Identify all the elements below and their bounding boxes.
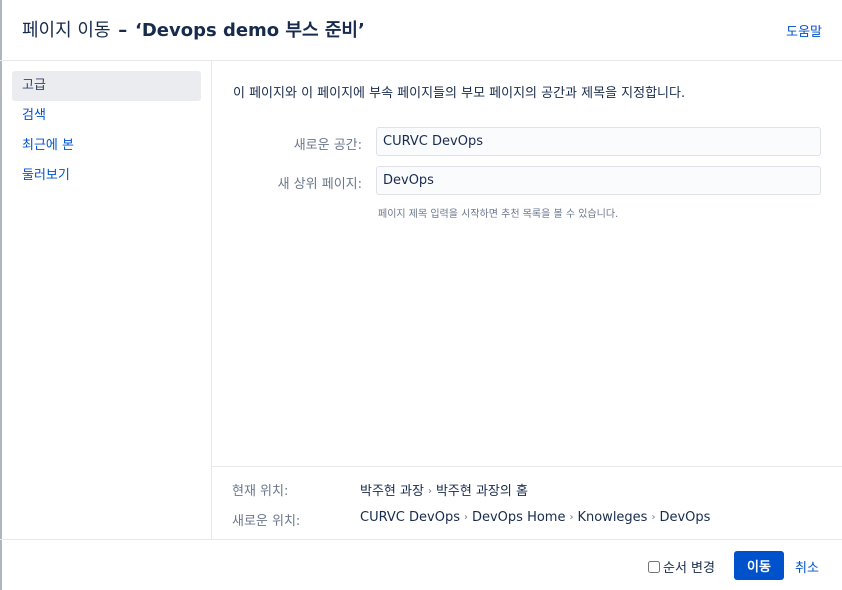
- breadcrumb-separator-icon: ›: [569, 512, 574, 523]
- cancel-link[interactable]: 취소: [795, 557, 819, 576]
- breadcrumb-separator-icon: ›: [651, 512, 656, 523]
- current-location-label: 현재 위치:: [232, 484, 289, 499]
- new-parent-input[interactable]: [376, 166, 821, 195]
- sidebar-nav: 고급 검색 최근에 본 둘러보기: [0, 61, 212, 539]
- description-text: 이 페이지와 이 페이지에 부속 페이지들의 부모 페이지의 공간과 제목을 지…: [233, 86, 686, 101]
- breadcrumb-item: DevOps: [659, 510, 711, 525]
- new-space-input[interactable]: [376, 127, 821, 156]
- reorder-option[interactable]: 순서 변경: [648, 557, 715, 576]
- reorder-label: 순서 변경: [663, 561, 715, 576]
- help-link[interactable]: 도움말: [786, 21, 822, 40]
- title-dash: –: [118, 20, 128, 41]
- breadcrumb-item: DevOps Home: [471, 510, 566, 525]
- dialog-footer: 순서 변경 이동 취소: [0, 539, 842, 590]
- sidebar-item-advanced[interactable]: 고급: [12, 71, 201, 101]
- dialog-title: 페이지 이동 – ‘Devops demo 부스 준비’: [22, 19, 365, 43]
- breadcrumb-item: Knowleges: [577, 510, 648, 525]
- move-page-dialog: 페이지 이동 – ‘Devops demo 부스 준비’ 도움말 고급 검색 최…: [0, 0, 842, 590]
- reorder-checkbox[interactable]: [648, 560, 660, 573]
- current-location-breadcrumb: 박주현 과장 › 박주현 과장의 홈: [360, 480, 528, 499]
- new-parent-label: 새 상위 페이지:: [277, 177, 362, 192]
- new-space-label: 새로운 공간:: [293, 138, 362, 153]
- breadcrumb-separator-icon: ›: [463, 512, 468, 523]
- breadcrumb-item: 박주현 과장: [360, 484, 424, 499]
- breadcrumb-item: 박주현 과장의 홈: [435, 484, 528, 499]
- new-location-breadcrumb: CURVC DevOps › DevOps Home › Knowleges › DevOp…: [360, 510, 710, 525]
- move-button[interactable]: 이동: [734, 551, 784, 580]
- sidebar-item-search[interactable]: 검색: [12, 101, 201, 131]
- breadcrumb-separator-icon: ›: [427, 486, 432, 497]
- title-prefix: 페이지 이동: [22, 20, 111, 41]
- title-page-name: ‘Devops demo 부스 준비’: [135, 20, 365, 41]
- dialog-header: 페이지 이동 – ‘Devops demo 부스 준비’ 도움말: [0, 0, 842, 61]
- new-location-label: 새로운 위치:: [232, 514, 301, 529]
- parent-hint-text: 페이지 제목 입력을 시작하면 추천 목록을 볼 수 있습니다.: [378, 209, 619, 220]
- breadcrumb-item: CURVC DevOps: [360, 510, 460, 525]
- location-panel: [212, 466, 842, 539]
